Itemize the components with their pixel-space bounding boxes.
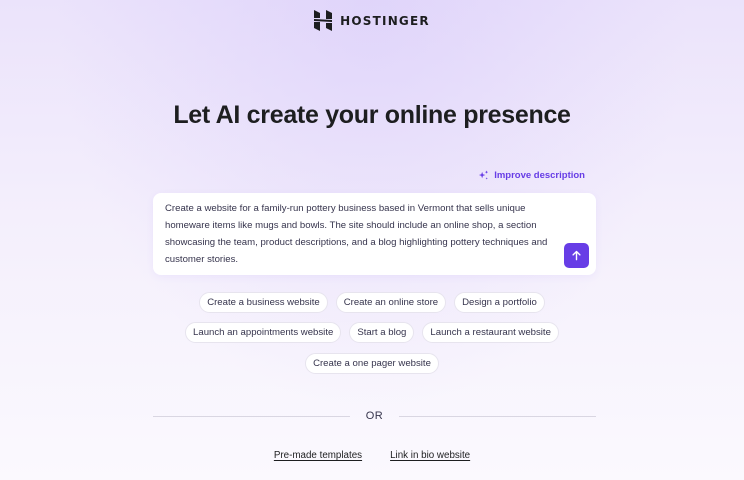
premade-templates-link[interactable]: Pre-made templates — [274, 450, 362, 461]
brand-name: HOSTINGER — [340, 13, 430, 28]
sparkle-icon — [479, 170, 489, 180]
brand-logo[interactable]: HOSTINGER — [0, 10, 744, 31]
suggestion-chip[interactable]: Create a business website — [199, 292, 328, 313]
prompt-textarea[interactable]: Create a website for a family-run potter… — [153, 193, 596, 275]
suggestion-chip[interactable]: Create a one pager website — [305, 353, 439, 374]
divider-label: OR — [365, 410, 384, 422]
hostinger-logo-icon — [314, 10, 333, 31]
suggestion-chip[interactable]: Create an online store — [335, 292, 447, 313]
suggestion-chip[interactable]: Launch a restaurant website — [422, 322, 559, 343]
improve-description-button[interactable]: Improve description — [478, 170, 585, 181]
divider-line-left — [153, 415, 350, 417]
suggestion-chip[interactable]: Start a blog — [349, 322, 415, 343]
submit-prompt-button[interactable] — [564, 243, 589, 268]
improve-description-label: Improve description — [494, 170, 585, 181]
page-title: Let AI create your online presence — [173, 101, 571, 129]
suggestion-chip[interactable]: Design a portfolio — [454, 292, 545, 313]
alternative-links: Pre-made templates Link in bio website — [0, 450, 744, 461]
suggestion-row-2: Launch an appointments website Start a b… — [0, 322, 744, 343]
link-in-bio-link[interactable]: Link in bio website — [390, 450, 470, 461]
suggestion-chip[interactable]: Launch an appointments website — [185, 322, 342, 343]
or-divider: OR — [153, 410, 596, 422]
suggestion-row-1: Create a business website Create an onli… — [0, 292, 744, 313]
arrow-up-icon — [572, 250, 581, 261]
suggestion-row-3: Create a one pager website — [0, 353, 744, 374]
divider-line-right — [399, 415, 596, 417]
prompt-text[interactable]: Create a website for a family-run potter… — [165, 200, 560, 268]
